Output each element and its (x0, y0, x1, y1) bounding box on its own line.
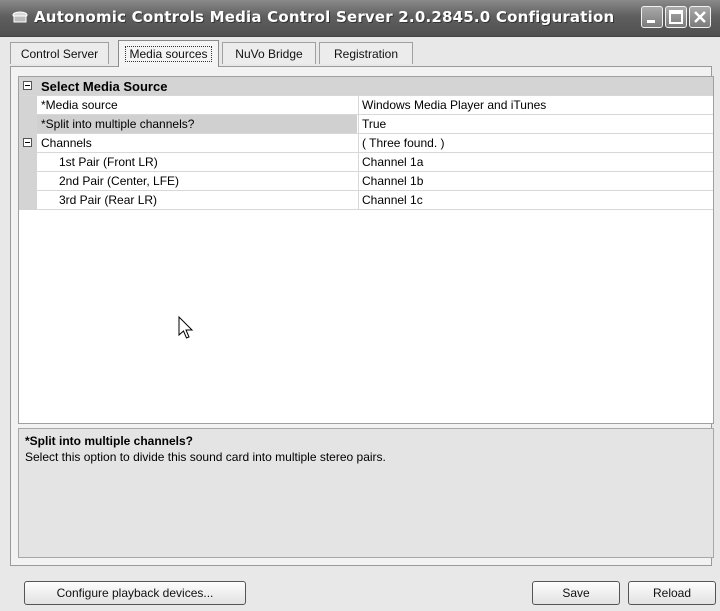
config-window: Autonomic Controls Media Control Server … (0, 0, 720, 611)
row-gutter (19, 96, 37, 115)
property-row-split-channels[interactable]: *Split into multiple channels? True (19, 115, 713, 134)
row-gutter (19, 153, 37, 172)
property-row-pair-2[interactable]: 2nd Pair (Center, LFE) Channel 1b (19, 172, 713, 191)
maximize-icon (669, 10, 683, 24)
property-row-channels[interactable]: Channels ( Three found. ) (19, 134, 713, 153)
tab-strip: Control Server Media sources NuVo Bridge… (10, 40, 710, 67)
tab-control-server[interactable]: Control Server (10, 42, 109, 64)
property-value[interactable]: ( Three found. ) (358, 134, 713, 152)
description-panel: *Split into multiple channels? Select th… (18, 428, 714, 558)
close-button[interactable] (689, 6, 711, 28)
window-title: Autonomic Controls Media Control Server … (34, 8, 615, 26)
configure-playback-devices-button[interactable]: Configure playback devices... (24, 581, 246, 605)
description-title: *Split into multiple channels? (25, 434, 194, 448)
row-gutter (19, 172, 37, 191)
maximize-button[interactable] (665, 6, 687, 28)
collapse-icon[interactable] (23, 81, 32, 90)
category-label: Select Media Source (41, 79, 168, 94)
mouse-cursor-icon (178, 316, 194, 339)
row-gutter (19, 115, 37, 134)
tab-label: Registration (333, 47, 399, 61)
collapse-icon[interactable] (23, 138, 32, 147)
description-text: Select this option to divide this sound … (25, 450, 386, 464)
tab-label: Media sources (125, 46, 212, 62)
minimize-icon (647, 20, 655, 23)
row-gutter (19, 191, 37, 210)
property-name: *Split into multiple channels? (37, 115, 357, 133)
property-row-pair-1[interactable]: 1st Pair (Front LR) Channel 1a (19, 153, 713, 172)
property-name: 2nd Pair (Center, LFE) (59, 174, 180, 188)
minimize-button[interactable] (641, 6, 663, 28)
reload-button[interactable]: Reload (628, 581, 716, 605)
property-value[interactable]: Windows Media Player and iTunes (358, 96, 713, 114)
property-row-pair-3[interactable]: 3rd Pair (Rear LR) Channel 1c (19, 191, 713, 210)
property-name: *Media source (41, 98, 118, 112)
category-row[interactable]: Select Media Source (19, 77, 713, 96)
property-value[interactable]: Channel 1c (358, 191, 713, 209)
property-name: Channels (41, 136, 92, 150)
tab-nuvo-bridge[interactable]: NuVo Bridge (222, 42, 316, 64)
property-value[interactable]: Channel 1a (358, 153, 713, 171)
property-row-media-source[interactable]: *Media source Windows Media Player and i… (19, 96, 713, 115)
tab-label: NuVo Bridge (235, 47, 303, 61)
tab-registration[interactable]: Registration (319, 42, 413, 64)
close-icon (694, 11, 706, 23)
property-value[interactable]: Channel 1b (358, 172, 713, 190)
tab-media-sources[interactable]: Media sources (118, 40, 219, 67)
property-grid[interactable]: Select Media Source *Media source Window… (18, 76, 714, 424)
app-icon (12, 11, 28, 23)
property-name: 3rd Pair (Rear LR) (59, 193, 158, 207)
property-name: 1st Pair (Front LR) (59, 155, 158, 169)
tab-label: Control Server (20, 47, 99, 61)
title-bar[interactable]: Autonomic Controls Media Control Server … (0, 0, 720, 37)
property-value[interactable]: True (358, 115, 713, 133)
save-button[interactable]: Save (532, 581, 620, 605)
